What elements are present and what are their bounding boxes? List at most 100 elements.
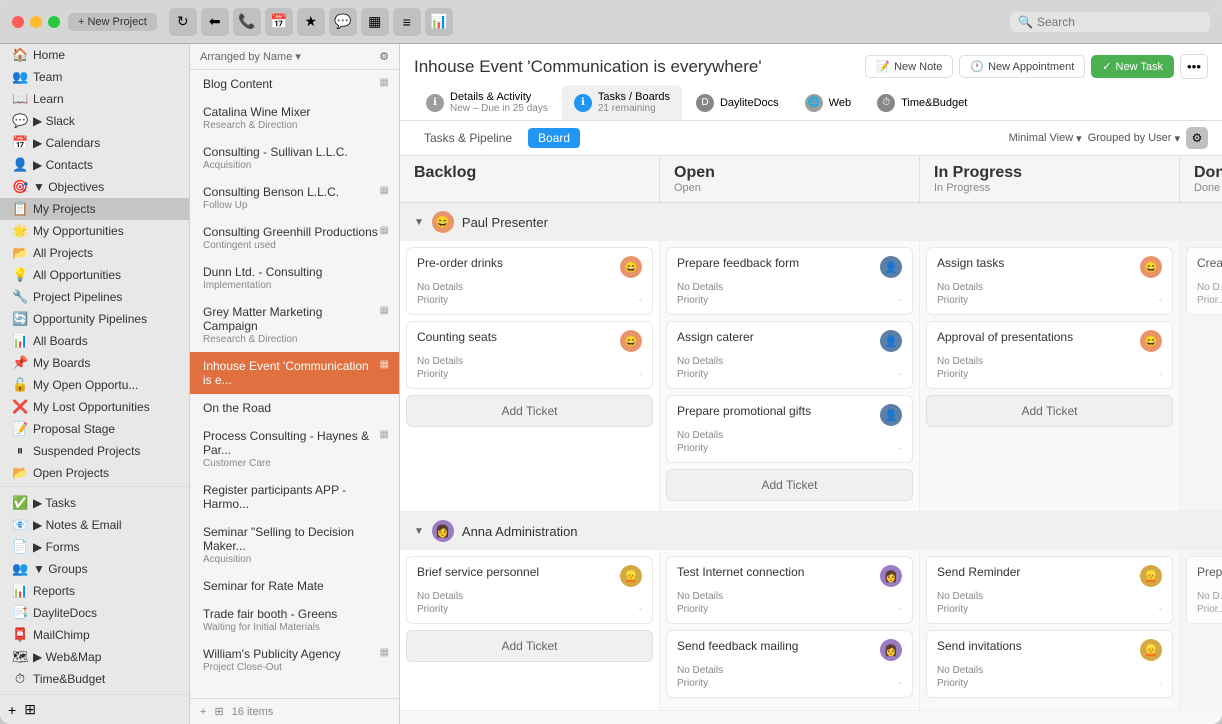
chat-icon[interactable]: 💬: [329, 8, 357, 36]
tab-daylitedocs[interactable]: D DayliteDocs: [684, 88, 791, 118]
project-item-sullivan[interactable]: Consulting - Sullivan L.L.C. Acquisition: [190, 138, 399, 178]
sidebar-item-team[interactable]: 👥 Team: [0, 66, 189, 88]
add-ticket-paul-backlog[interactable]: Add Ticket: [406, 395, 653, 427]
grid-view-icon[interactable]: ⊞: [214, 705, 223, 718]
ticket-approval-presentations[interactable]: Approval of presentations 😄 No Details P…: [926, 321, 1173, 389]
minimize-button[interactable]: [30, 16, 42, 28]
board-settings-icon[interactable]: ⚙: [1186, 127, 1208, 149]
project-item-register[interactable]: Register participants APP - Harmo...: [190, 476, 399, 518]
ticket-pre-order-drinks[interactable]: Pre-order drinks 😄 No Details Priority-: [406, 247, 653, 315]
sidebar-item-my-lost-opport[interactable]: ❌ My Lost Opportunities: [0, 396, 189, 418]
chart-icon[interactable]: 📊: [425, 8, 453, 36]
sidebar-item-my-open-opport[interactable]: 🔓 My Open Opportu...: [0, 374, 189, 396]
project-item-dunn[interactable]: Dunn Ltd. - Consulting Implementation: [190, 258, 399, 298]
sidebar-item-learn[interactable]: 📖 Learn: [0, 88, 189, 110]
ticket-send-feedback-mailing[interactable]: Send feedback mailing 👩 No Details Prior…: [666, 630, 913, 698]
ticket-assign-caterer[interactable]: Assign caterer 👤 No Details Priority-: [666, 321, 913, 389]
sidebar-item-slack[interactable]: 💬 ▶ Slack: [0, 110, 189, 132]
ticket-details: No Details: [937, 591, 1162, 602]
sidebar-item-suspended-projects[interactable]: ⏸ Suspended Projects: [0, 440, 189, 462]
sidebar-item-notes-email[interactable]: 📧 ▶ Notes & Email: [0, 514, 189, 536]
star-icon[interactable]: ★: [297, 8, 325, 36]
tab-tasks-boards[interactable]: ℹ Tasks / Boards 21 remaining: [562, 85, 682, 120]
new-note-button[interactable]: 📝 New Note: [865, 55, 953, 78]
minimal-view-select[interactable]: Minimal View ▾: [1009, 132, 1082, 145]
sidebar-item-project-pipelines[interactable]: 🔧 Project Pipelines: [0, 286, 189, 308]
refresh-icon[interactable]: ↻: [169, 8, 197, 36]
phone-icon[interactable]: 📞: [233, 8, 261, 36]
project-item-greenhill[interactable]: Consulting Greenhill Productions Conting…: [190, 218, 399, 258]
add-ticket-paul-open[interactable]: Add Ticket: [666, 469, 913, 501]
project-item-process[interactable]: Process Consulting - Haynes & Par... Cus…: [190, 422, 399, 476]
project-item-williams[interactable]: William's Publicity Agency Project Close…: [190, 640, 399, 680]
add-sidebar-icon[interactable]: +: [8, 702, 16, 718]
project-item-seminar-rate[interactable]: Seminar for Rate Mate: [190, 572, 399, 600]
new-task-button[interactable]: ✓ New Task: [1091, 55, 1174, 78]
project-item-benson[interactable]: Consulting Benson L.L.C. Follow Up ▦: [190, 178, 399, 218]
sidebar-item-reports[interactable]: 📊 Reports: [0, 580, 189, 602]
close-button[interactable]: [12, 16, 24, 28]
ticket-counting-seats[interactable]: Counting seats 😄 No Details Priority-: [406, 321, 653, 389]
ticket-send-reminder[interactable]: Send Reminder 👱 No Details Priority-: [926, 556, 1173, 624]
add-project-icon[interactable]: +: [200, 706, 206, 718]
tab-details-activity[interactable]: ℹ Details & Activity New – Due in 25 day…: [414, 85, 560, 120]
project-item-blog-content[interactable]: Blog Content ▦: [190, 70, 399, 98]
ticket-crea-partial[interactable]: Crea... 😄 No D... Prior...: [1186, 247, 1222, 315]
sort-label[interactable]: Arranged by Name ▾: [200, 50, 301, 63]
add-ticket-anna-backlog[interactable]: Add Ticket: [406, 630, 653, 662]
project-item-grey-matter[interactable]: Grey Matter Marketing Campaign Research …: [190, 298, 399, 352]
sidebar-item-objectives[interactable]: 🎯 ▼ Objectives: [0, 176, 189, 198]
sub-tab-tasks-pipeline[interactable]: Tasks & Pipeline: [414, 128, 522, 148]
sidebar-item-calendars[interactable]: 📅 ▶ Calendars: [0, 132, 189, 154]
sidebar-item-my-opportunities[interactable]: 🌟 My Opportunities: [0, 220, 189, 242]
sidebar-item-home[interactable]: 🏠 Home: [0, 44, 189, 66]
sidebar-item-webmap[interactable]: 🗺 ▶ Web&Map: [0, 646, 189, 668]
project-item-inhouse[interactable]: Inhouse Event 'Communication is e... ▦: [190, 352, 399, 394]
project-item-trade-fair[interactable]: Trade fair booth - Greens Waiting for In…: [190, 600, 399, 640]
ticket-send-invitations[interactable]: Send invitations 👱 No Details Priority-: [926, 630, 1173, 698]
sidebar-item-forms[interactable]: 📄 ▶ Forms: [0, 536, 189, 558]
tab-web[interactable]: 🌐 Web: [793, 88, 863, 118]
sidebar-item-my-projects[interactable]: 📋 My Projects: [0, 198, 189, 220]
grid-sidebar-icon[interactable]: ⊞: [24, 701, 36, 718]
sidebar-item-mailchimp[interactable]: 📮 MailChimp: [0, 624, 189, 646]
sidebar-item-groups[interactable]: 👥 ▼ Groups: [0, 558, 189, 580]
sidebar-item-all-boards[interactable]: 📊 All Boards: [0, 330, 189, 352]
ticket-brief-service[interactable]: Brief service personnel 👱 No Details Pri…: [406, 556, 653, 624]
list-icon[interactable]: ≡: [393, 8, 421, 36]
calendar-icon[interactable]: 📅: [265, 8, 293, 36]
sidebar-item-my-boards[interactable]: 📌 My Boards: [0, 352, 189, 374]
project-item-seminar-selling[interactable]: Seminar "Selling to Decision Maker... Ac…: [190, 518, 399, 572]
group-header-anna[interactable]: ▼ 👩 Anna Administration: [400, 512, 1222, 550]
sidebar-item-contacts[interactable]: 👤 ▶ Contacts: [0, 154, 189, 176]
ticket-prepare-feedback[interactable]: Prepare feedback form 👤 No Details Prior…: [666, 247, 913, 315]
sidebar-item-tasks[interactable]: ✅ ▶ Tasks: [0, 492, 189, 514]
sidebar-item-daylitedocs[interactable]: 📑 DayliteDocs: [0, 602, 189, 624]
project-item-ontheroad[interactable]: On the Road: [190, 394, 399, 422]
sub-tab-board[interactable]: Board: [528, 128, 580, 148]
sidebar-item-all-opportunities[interactable]: 💡 All Opportunities: [0, 264, 189, 286]
maximize-button[interactable]: [48, 16, 60, 28]
new-project-button[interactable]: + New Project: [68, 13, 157, 31]
sidebar-item-opportunity-pipelines[interactable]: 🔄 Opportunity Pipelines: [0, 308, 189, 330]
group-header-paul[interactable]: ▼ 😄 Paul Presenter: [400, 203, 1222, 241]
project-item-catalina[interactable]: Catalina Wine Mixer Research & Direction: [190, 98, 399, 138]
layout-icon[interactable]: ▦: [361, 8, 389, 36]
grouped-by-user-select[interactable]: Grouped by User ▾: [1088, 132, 1180, 145]
add-ticket-paul-inprogress[interactable]: Add Ticket: [926, 395, 1173, 427]
sidebar-item-timebudget[interactable]: ⏱ Time&Budget: [0, 668, 189, 690]
ticket-prep-partial[interactable]: Prep... 👩 No D... Prior...: [1186, 556, 1222, 624]
more-options-button[interactable]: •••: [1180, 54, 1208, 79]
back-icon[interactable]: ⬅: [201, 8, 229, 36]
ticket-test-internet[interactable]: Test Internet connection 👩 No Details Pr…: [666, 556, 913, 624]
tab-timebudget[interactable]: ⏱ Time&Budget: [865, 88, 979, 118]
new-appointment-button[interactable]: 🕐 New Appointment: [959, 55, 1085, 78]
sidebar-item-all-projects[interactable]: 📂 All Projects: [0, 242, 189, 264]
sidebar-item-open-projects[interactable]: 📂 Open Projects: [0, 462, 189, 484]
ticket-assign-tasks[interactable]: Assign tasks 😄 No Details Priority-: [926, 247, 1173, 315]
search-input[interactable]: [1037, 15, 1202, 29]
sidebar-item-proposal-stage[interactable]: 📝 Proposal Stage: [0, 418, 189, 440]
filter-icon[interactable]: ⚙: [379, 50, 389, 63]
ticket-prepare-promo-gifts[interactable]: Prepare promotional gifts 👤 No Details P…: [666, 395, 913, 463]
collapse-arrow-icon: ▼: [414, 217, 424, 228]
